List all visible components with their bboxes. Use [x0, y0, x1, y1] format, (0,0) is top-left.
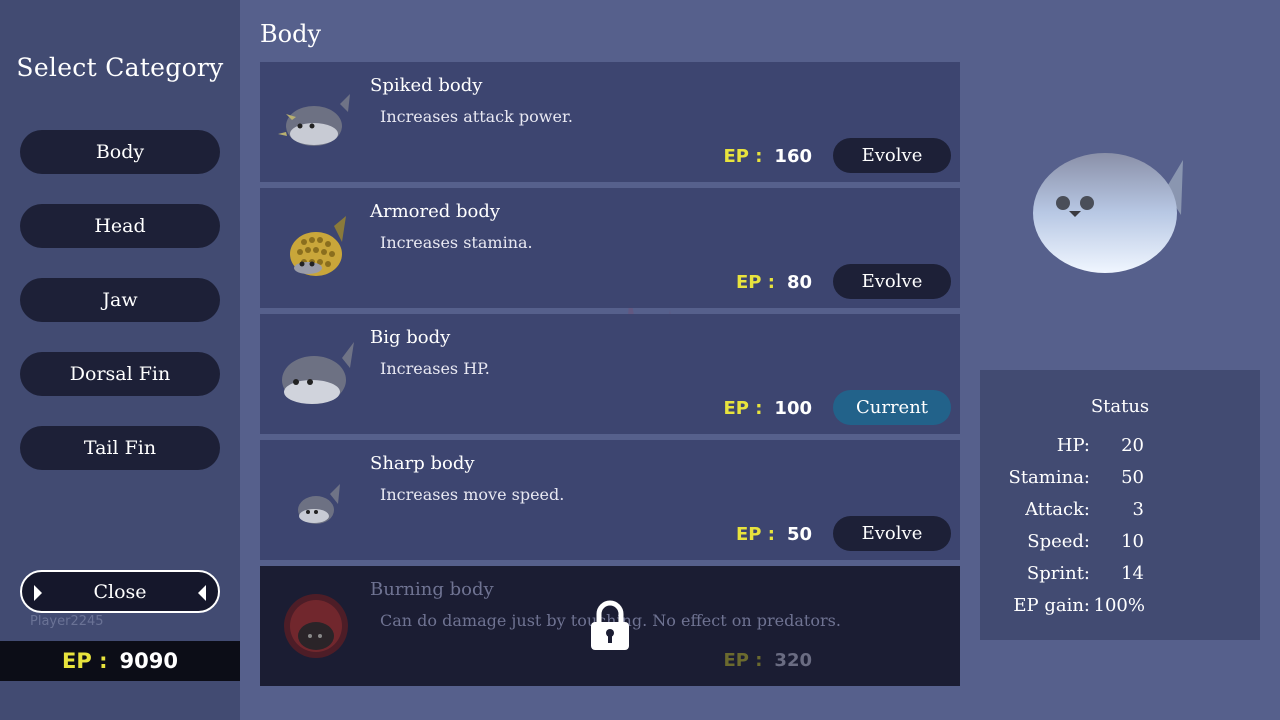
- category-button-dorsal-fin[interactable]: Dorsal Fin: [20, 352, 220, 396]
- close-button[interactable]: Close: [20, 570, 220, 613]
- stat-value: 14: [1121, 563, 1144, 584]
- category-button-tail-fin[interactable]: Tail Fin: [20, 426, 220, 470]
- item-name: Armored body: [370, 201, 501, 222]
- evolution-item-sharp-body: Sharp body Increases move speed. EP : 50…: [260, 440, 960, 560]
- category-sidebar: Select Category Body Head Jaw Dorsal Fin…: [0, 0, 240, 720]
- category-button-head[interactable]: Head: [20, 204, 220, 248]
- stat-value: 3: [1132, 499, 1144, 520]
- item-ep-cost: EP : 160: [723, 146, 812, 167]
- item-ep-value: 80: [786, 272, 812, 293]
- status-title: Status: [980, 396, 1260, 417]
- triangle-right-icon: [34, 585, 42, 601]
- stat-label: Stamina:: [1008, 467, 1090, 488]
- item-ep-cost: EP : 50: [736, 524, 812, 545]
- stat-row-speed: Speed: 10: [980, 531, 1260, 555]
- ep-total-value: 9090: [119, 649, 178, 673]
- stat-row-stamina: Stamina: 50: [980, 467, 1260, 491]
- item-ep-value: 100: [774, 398, 812, 419]
- item-ep-value: 320: [774, 650, 812, 671]
- burning-fish-icon: [284, 594, 348, 658]
- item-ep-label: EP :: [735, 524, 775, 545]
- stat-value: 50: [1121, 467, 1144, 488]
- stat-label: Attack:: [1025, 499, 1090, 520]
- stat-row-hp: HP: 20: [980, 435, 1260, 459]
- item-ep-cost: EP : 100: [723, 398, 812, 419]
- spiked-fish-icon: [278, 94, 350, 146]
- current-button[interactable]: Current: [833, 390, 951, 425]
- sidebar-title: Select Category: [16, 53, 224, 82]
- item-ep-label: EP :: [735, 272, 775, 293]
- stat-label: EP gain:: [1013, 595, 1090, 616]
- stat-value: 10: [1121, 531, 1144, 552]
- item-ep-cost: EP : 320: [723, 650, 812, 671]
- evolution-item-big-body: Big body Increases HP. EP : 100 Current: [260, 314, 960, 434]
- section-title: Body: [260, 20, 322, 48]
- evolve-button[interactable]: Evolve: [833, 138, 951, 173]
- item-name: Big body: [370, 327, 451, 348]
- item-description: Increases move speed.: [380, 485, 565, 504]
- stat-value: 20: [1121, 435, 1144, 456]
- evolution-item-armored-body: Armored body Increases stamina. EP : 80 …: [260, 188, 960, 308]
- evolve-button[interactable]: Evolve: [833, 264, 951, 299]
- item-ep-cost: EP : 80: [736, 272, 812, 293]
- ep-total-label: EP :: [62, 649, 108, 673]
- category-button-body[interactable]: Body: [20, 130, 220, 174]
- item-ep-value: 160: [774, 146, 812, 167]
- evolve-button[interactable]: Evolve: [833, 516, 951, 551]
- item-name: Spiked body: [370, 75, 483, 96]
- evolution-item-burning-body[interactable]: Burning body Can do damage just by touch…: [260, 566, 960, 686]
- player-name: Player2245: [30, 614, 104, 629]
- stat-value: 100%: [1093, 595, 1145, 616]
- item-ep-label: EP :: [723, 650, 763, 671]
- stat-label: Speed:: [1027, 531, 1090, 552]
- big-fish-icon: [282, 342, 354, 404]
- item-description: Increases stamina.: [380, 233, 533, 252]
- status-title-text: Status: [1090, 396, 1150, 417]
- ep-total-display: EP : 9090: [0, 641, 240, 681]
- item-ep-label: EP :: [723, 146, 763, 167]
- item-description: Increases attack power.: [380, 107, 573, 126]
- sharp-fish-icon: [298, 484, 340, 524]
- stat-row-sprint: Sprint: 14: [980, 563, 1260, 587]
- item-ep-label: EP :: [723, 398, 763, 419]
- item-description: Increases HP.: [380, 359, 490, 378]
- stat-label: HP:: [1056, 435, 1090, 456]
- item-name: Sharp body: [370, 453, 475, 474]
- item-name: Burning body: [370, 579, 494, 600]
- stat-label: Sprint:: [1026, 563, 1090, 584]
- triangle-left-icon: [198, 585, 206, 601]
- category-button-jaw[interactable]: Jaw: [20, 278, 220, 322]
- stat-row-attack: Attack: 3: [980, 499, 1260, 523]
- armored-fish-icon: [290, 216, 346, 276]
- lock-icon: [591, 600, 629, 650]
- fish-preview-model: [1033, 153, 1183, 273]
- close-button-label: Close: [93, 580, 147, 603]
- evolution-item-spiked-body: Spiked body Increases attack power. EP :…: [260, 62, 960, 182]
- stat-row-ep-gain: EP gain: 100%: [980, 595, 1260, 619]
- status-panel: Status HP: 20 Stamina: 50 Attack: 3 Spee…: [980, 370, 1260, 640]
- item-ep-value: 50: [786, 524, 812, 545]
